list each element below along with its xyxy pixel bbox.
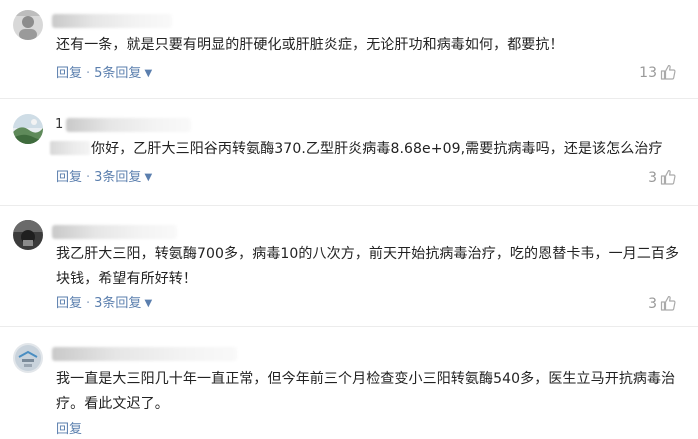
comment-item: 1 你好，乙肝大三阳谷丙转氨酶370.乙型肝炎病毒8.68e+09,需要抗病毒吗… [0,99,698,203]
like-count: 3 [648,170,657,186]
comment-item: 我一直是大三阳几十年一直正常，但今年前三个月检查变小三阳转氨酶540多，医生立马… [0,327,698,437]
username-redacted [52,347,237,361]
username-redacted [52,14,172,28]
like-button[interactable]: 3 [648,295,676,313]
separator-dot: · [86,170,91,185]
user-avatar-icon [13,114,43,144]
view-replies-button[interactable]: 3条回复 ▼ [94,295,152,313]
replies-count-label: 3条回复 [94,296,142,311]
like-count: 13 [639,65,657,81]
comment-text: 你好，乙肝大三阳谷丙转氨酶370.乙型肝炎病毒8.68e+09,需要抗病毒吗，还… [50,137,675,162]
reply-button[interactable]: 回复 [56,169,82,187]
comment-actions: 回复 · 5条回复 ▼ [56,65,152,83]
username-initial: 1 [55,117,64,132]
replies-count-label: 3条回复 [94,170,142,185]
like-button[interactable]: 13 [639,64,676,82]
avatar[interactable] [13,114,43,144]
user-avatar-icon [13,220,43,250]
like-button[interactable]: 3 [648,169,676,187]
comment-text: 我一直是大三阳几十年一直正常，但今年前三个月检查变小三阳转氨酶540多，医生立马… [56,371,676,412]
mention-redacted [50,141,90,155]
user-avatar-icon [13,343,43,373]
reply-button[interactable]: 回复 [56,421,82,439]
comment-item: 还有一条，就是只要有明显的肝硬化或肝脏炎症，无论肝功和病毒如何，都要抗！ 回复 ·… [0,0,698,96]
comment-actions: 回复 · 3条回复 ▼ [56,169,152,187]
thumb-up-icon [660,64,676,80]
thumb-up-icon [660,169,676,185]
username-redacted [52,225,177,239]
comment-actions: 回复 [56,421,82,439]
avatar[interactable] [13,10,43,40]
thumb-up-icon [660,295,676,311]
user-avatar-icon [13,10,43,40]
comment-item: 我乙肝大三阳，转氨酶700多，病毒10的八次方，前天开始抗病毒治疗，吃的恩替卡韦… [0,206,698,324]
replies-count-label: 5条回复 [94,66,142,81]
caret-down-icon: ▼ [144,298,153,309]
separator-dot: · [86,66,91,81]
like-count: 3 [648,296,657,312]
reply-button[interactable]: 回复 [56,295,82,313]
username-redacted [66,118,191,132]
comment-text: 我乙肝大三阳，转氨酶700多，病毒10的八次方，前天开始抗病毒治疗，吃的恩替卡韦… [56,246,680,287]
caret-down-icon: ▼ [144,172,153,183]
avatar[interactable] [13,343,43,373]
comment-text: 还有一条，就是只要有明显的肝硬化或肝脏炎症，无论肝功和病毒如何，都要抗！ [56,37,564,53]
caret-down-icon: ▼ [144,68,153,79]
avatar[interactable] [13,220,43,250]
view-replies-button[interactable]: 3条回复 ▼ [94,169,152,187]
view-replies-button[interactable]: 5条回复 ▼ [94,65,152,83]
comment-actions: 回复 · 3条回复 ▼ [56,295,152,313]
separator-dot: · [86,296,91,311]
reply-button[interactable]: 回复 [56,65,82,83]
